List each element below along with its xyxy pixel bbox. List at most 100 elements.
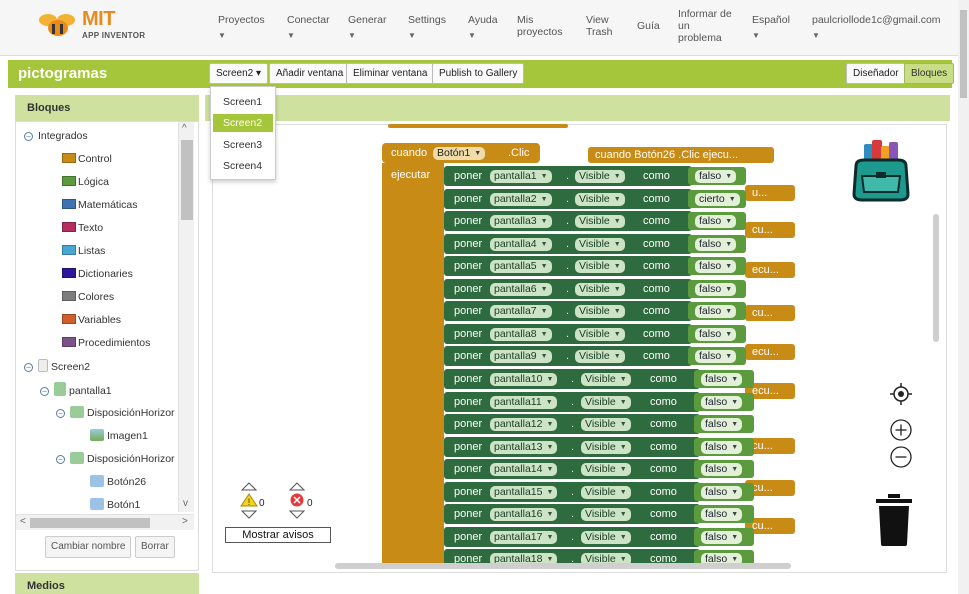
property-dropdown[interactable]: Visible ▼ xyxy=(575,328,625,341)
component-dropdown[interactable]: pantalla1 ▼ xyxy=(490,170,552,183)
boolean-dropdown[interactable]: falso ▼ xyxy=(701,441,743,454)
show-warnings-button[interactable]: Mostrar avisos xyxy=(225,527,331,543)
component-dropdown[interactable]: pantalla3 ▼ xyxy=(490,215,552,228)
scroll-left-icon[interactable]: < xyxy=(20,516,26,527)
builtin-procedimientos[interactable]: Procedimientos xyxy=(62,335,150,351)
tree-disposicion-horizontal-1[interactable]: − DisposiciónHorizor xyxy=(56,405,175,421)
builtin-matematicas[interactable]: Matemáticas xyxy=(62,197,138,213)
center-workspace-icon[interactable] xyxy=(890,383,912,405)
component-dropdown[interactable]: pantalla10 ▼ xyxy=(490,373,558,386)
collapsed-block-peek[interactable]: ecu... xyxy=(745,344,795,360)
builtin-variables[interactable]: Variables xyxy=(62,312,121,328)
boolean-dropdown[interactable]: falso ▼ xyxy=(701,486,743,499)
menu-informar-problema[interactable]: Informar de un problema xyxy=(678,8,736,44)
component-dropdown[interactable]: pantalla9 ▼ xyxy=(490,350,552,363)
component-dropdown[interactable]: pantalla8 ▼ xyxy=(490,328,552,341)
boolean-dropdown[interactable]: falso ▼ xyxy=(695,305,737,318)
collapse-icon[interactable]: − xyxy=(24,132,33,141)
property-dropdown[interactable]: Visible ▼ xyxy=(581,418,631,431)
tree-imagen1[interactable]: Imagen1 xyxy=(90,428,148,444)
event-block-body[interactable] xyxy=(382,163,444,569)
property-dropdown[interactable]: Visible ▼ xyxy=(575,238,625,251)
delete-button[interactable]: Borrar xyxy=(135,536,175,558)
event-component-dropdown[interactable]: Botón1 ▼ xyxy=(433,147,486,160)
collapsed-event-block[interactable]: cuando Botón26 .Clic ejecu... xyxy=(588,147,774,163)
boolean-dropdown[interactable]: falso ▼ xyxy=(701,418,743,431)
property-dropdown[interactable]: Visible ▼ xyxy=(575,215,625,228)
collapsed-block-peek[interactable]: ecu... xyxy=(745,262,795,278)
boolean-dropdown[interactable]: falso ▼ xyxy=(701,373,743,386)
collapsed-block-peek[interactable]: cu... xyxy=(745,305,795,321)
component-dropdown[interactable]: pantalla4 ▼ xyxy=(490,238,552,251)
errors-nav-icon[interactable] xyxy=(288,482,306,520)
tree-horizontal-scroll-thumb[interactable] xyxy=(30,518,150,528)
tree-screen2[interactable]: − Screen2 xyxy=(24,359,90,375)
builtin-listas[interactable]: Listas xyxy=(62,243,105,259)
property-dropdown[interactable]: Visible ▼ xyxy=(575,350,625,363)
component-dropdown[interactable]: pantalla5 ▼ xyxy=(490,260,552,273)
property-dropdown[interactable]: Visible ▼ xyxy=(581,531,631,544)
component-dropdown[interactable]: pantalla14 ▼ xyxy=(490,463,558,476)
tree-disposicion-horizontal-2[interactable]: − DisposiciónHorizor xyxy=(56,451,175,467)
component-dropdown[interactable]: pantalla6 ▼ xyxy=(490,283,552,296)
property-dropdown[interactable]: Visible ▼ xyxy=(575,283,625,296)
menu-mis-proyectos[interactable]: Mis proyectos xyxy=(517,14,567,38)
screen-option-3[interactable]: Screen3 xyxy=(213,136,273,154)
publish-gallery-button[interactable]: Publish to Gallery xyxy=(432,63,525,84)
tree-pantalla1[interactable]: − pantalla1 xyxy=(40,382,112,398)
tree-vertical-scroll-thumb[interactable] xyxy=(181,140,193,220)
boolean-dropdown[interactable]: falso ▼ xyxy=(695,350,737,363)
component-dropdown[interactable]: pantalla12 ▼ xyxy=(490,418,558,431)
warnings-nav-icon[interactable]: ! xyxy=(240,482,258,520)
property-dropdown[interactable]: Visible ▼ xyxy=(575,305,625,318)
add-screen-button[interactable]: Añadir ventana xyxy=(269,63,351,84)
boolean-dropdown[interactable]: falso ▼ xyxy=(695,260,737,273)
scroll-right-icon[interactable]: > xyxy=(182,516,188,527)
menu-guia[interactable]: Guía xyxy=(637,20,660,33)
tree-boton26[interactable]: Botón26 xyxy=(90,474,146,490)
boolean-dropdown[interactable]: falso ▼ xyxy=(701,463,743,476)
property-dropdown[interactable]: Visible ▼ xyxy=(581,373,631,386)
menu-proyectos[interactable]: Proyectos ▼ xyxy=(218,14,265,42)
screen-option-4[interactable]: Screen4 xyxy=(213,157,273,175)
tree-horizontal-scrollbar[interactable]: < > xyxy=(16,514,194,530)
property-dropdown[interactable]: Visible ▼ xyxy=(581,441,631,454)
blocks-button[interactable]: Bloques xyxy=(904,63,955,84)
menu-ayuda[interactable]: Ayuda ▼ xyxy=(468,14,498,42)
boolean-dropdown[interactable]: falso ▼ xyxy=(701,531,743,544)
component-dropdown[interactable]: pantalla11 ▼ xyxy=(490,396,557,409)
screen-option-1[interactable]: Screen1 xyxy=(213,93,273,111)
component-dropdown[interactable]: pantalla15 ▼ xyxy=(490,486,558,499)
backpack-icon[interactable] xyxy=(850,136,912,204)
tree-builtins[interactable]: − Integrados xyxy=(24,128,88,144)
menu-idioma[interactable]: Español ▼ xyxy=(752,14,790,42)
property-dropdown[interactable]: Visible ▼ xyxy=(581,396,631,409)
collapse-icon[interactable]: − xyxy=(40,387,49,396)
collapse-icon[interactable]: − xyxy=(56,409,65,418)
builtin-control[interactable]: Control xyxy=(62,151,112,167)
boolean-dropdown[interactable]: falso ▼ xyxy=(695,215,737,228)
tree-boton1[interactable]: Botón1 xyxy=(90,497,140,513)
builtin-texto[interactable]: Texto xyxy=(62,220,103,236)
boolean-dropdown[interactable]: falso ▼ xyxy=(695,170,737,183)
builtin-colores[interactable]: Colores xyxy=(62,289,114,305)
boolean-dropdown[interactable]: falso ▼ xyxy=(695,328,737,341)
offscreen-block-edge[interactable] xyxy=(388,124,568,128)
scroll-down-icon[interactable]: v xyxy=(183,498,188,509)
component-dropdown[interactable]: pantalla2 ▼ xyxy=(490,193,552,206)
rename-button[interactable]: Cambiar nombre xyxy=(45,536,132,558)
scroll-up-icon[interactable]: ^ xyxy=(182,123,187,134)
property-dropdown[interactable]: Visible ▼ xyxy=(581,463,631,476)
app-inventor-logo[interactable]: MIT APP INVENTOR xyxy=(36,8,156,42)
remove-screen-button[interactable]: Eliminar ventana xyxy=(346,63,435,84)
workspace-horizontal-scrollbar[interactable] xyxy=(335,563,791,569)
zoom-in-icon[interactable] xyxy=(889,418,913,442)
menu-settings[interactable]: Settings ▼ xyxy=(408,14,446,42)
boolean-dropdown[interactable]: cierto ▼ xyxy=(695,193,740,206)
menu-user-account[interactable]: paulcriollode1c@gmail.com ▼ xyxy=(812,14,941,42)
media-panel-header[interactable]: Medios xyxy=(15,573,199,594)
boolean-dropdown[interactable]: falso ▼ xyxy=(701,396,743,409)
property-dropdown[interactable]: Visible ▼ xyxy=(581,486,631,499)
builtin-logica[interactable]: Lógica xyxy=(62,174,109,190)
component-dropdown[interactable]: pantalla13 ▼ xyxy=(490,441,558,454)
